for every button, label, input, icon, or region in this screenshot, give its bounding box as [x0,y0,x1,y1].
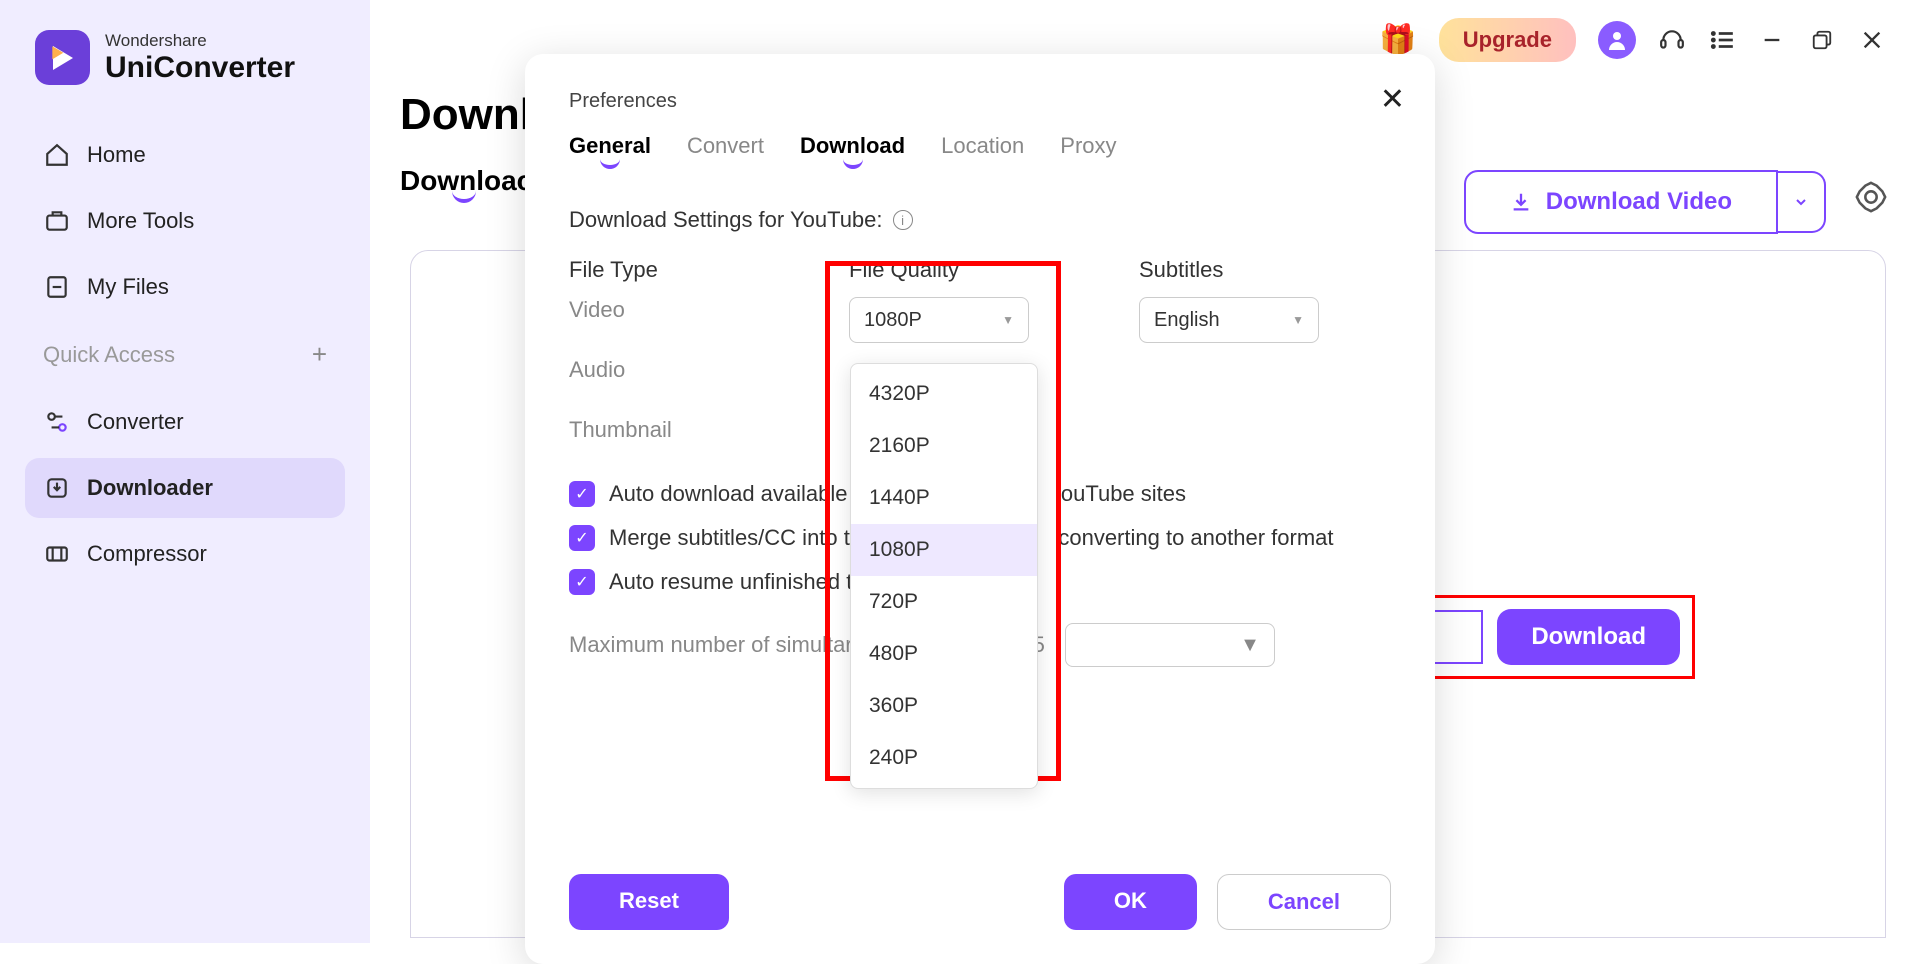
support-icon[interactable] [1658,26,1686,54]
caret-down-icon: ▼ [1240,634,1260,657]
quality-select[interactable]: 1080P ▼ [849,297,1029,343]
checkbox-icon: ✓ [569,569,595,595]
gift-icon[interactable]: 🎁 [1379,23,1416,58]
downloader-icon [43,474,71,502]
check-label: Auto download available su [609,481,877,507]
compressor-icon [43,540,71,568]
tools-icon [43,207,71,235]
modal-close-button[interactable]: ✕ [1380,82,1405,117]
tab-location[interactable]: Location [941,133,1024,167]
preferences-tabs: General Convert Download Location Proxy [569,133,1391,167]
gear-icon [1854,180,1888,214]
home-icon [43,141,71,169]
download-video-label: Download Video [1546,188,1732,216]
row-video: Video [569,297,849,323]
check-label: Merge subtitles/CC into the [609,525,874,551]
main-area: Downl Downloac [400,90,532,197]
sidebar-item-converter[interactable]: Converter [25,392,345,452]
brand-name: Wondershare [105,31,295,51]
col-file-quality: File Quality [849,257,1139,283]
sidebar-item-label: Home [87,142,146,168]
check-label-tail: ouTube sites [1061,481,1186,507]
tab-proxy[interactable]: Proxy [1060,133,1116,167]
info-icon[interactable]: i [893,210,913,230]
section-label: Download Settings for YouTube: [569,207,883,233]
checkbox-icon: ✓ [569,481,595,507]
settings-button[interactable] [1854,180,1888,219]
quality-option[interactable]: 480P [851,628,1037,680]
minimize-icon[interactable] [1758,26,1786,54]
tab-download[interactable]: Download [800,133,905,167]
check-label-tail: converting to another format [1058,525,1333,551]
topbar: 🎁 Upgrade [1379,18,1886,62]
upgrade-button[interactable]: Upgrade [1439,18,1576,62]
sidebar-item-label: Converter [87,409,184,435]
quality-option[interactable]: 2160P [851,420,1037,472]
sidebar-item-downloader[interactable]: Downloader [25,458,345,518]
close-icon[interactable] [1858,26,1886,54]
row-audio: Audio [569,357,849,383]
download-video-dropdown[interactable] [1778,171,1826,233]
quality-dropdown: 4320P 2160P 1440P 1080P 720P 480P 360P 2… [850,363,1038,789]
quick-access-header: Quick Access + [25,325,345,384]
download-video-group: Download Video [1464,170,1826,234]
sidebar-item-label: Compressor [87,541,207,567]
checkbox-icon: ✓ [569,525,595,551]
caret-down-icon: ▼ [1002,313,1014,327]
quality-option[interactable]: 360P [851,680,1037,732]
quality-option[interactable]: 1440P [851,472,1037,524]
caret-down-icon: ▼ [1292,313,1304,327]
sidebar-item-more-tools[interactable]: More Tools [25,191,345,251]
tab-general[interactable]: General [569,133,651,167]
download-icon [1510,191,1532,213]
chevron-down-icon [1793,194,1809,210]
app-logo: Wondershare UniConverter [25,30,345,85]
sidebar-item-label: Downloader [87,475,213,501]
sidebar: Wondershare UniConverter Home More Tools… [0,0,370,943]
subtitles-select[interactable]: English ▼ [1139,297,1319,343]
quick-access-label: Quick Access [43,342,175,368]
col-file-type: File Type [569,257,849,283]
sidebar-item-compressor[interactable]: Compressor [25,524,345,584]
col-subtitles: Subtitles [1139,257,1429,283]
files-icon [43,273,71,301]
modal-title: Preferences [569,90,1391,113]
tab-convert[interactable]: Convert [687,133,764,167]
sidebar-item-my-files[interactable]: My Files [25,257,345,317]
download-button[interactable]: Download [1497,609,1680,665]
reset-button[interactable]: Reset [569,874,729,930]
sidebar-item-home[interactable]: Home [25,125,345,185]
max-label: Maximum number of simultar [569,632,853,658]
logo-icon [35,30,90,85]
restore-icon[interactable] [1808,26,1836,54]
menu-icon[interactable] [1708,26,1736,54]
subtitles-value: English [1154,309,1220,332]
product-name: UniConverter [105,51,295,85]
add-quick-access-button[interactable]: + [312,339,327,370]
converter-icon [43,408,71,436]
sidebar-item-label: More Tools [87,208,194,234]
quality-value: 1080P [864,309,922,332]
download-video-button[interactable]: Download Video [1464,170,1778,234]
sidebar-item-label: My Files [87,274,169,300]
quality-option[interactable]: 1080P [851,524,1037,576]
check-label: Auto resume unfinished ta [609,569,865,595]
ok-button[interactable]: OK [1064,874,1197,930]
row-thumbnail: Thumbnail [569,417,849,443]
cancel-button[interactable]: Cancel [1217,874,1391,930]
quality-option[interactable]: 240P [851,732,1037,784]
quality-option[interactable]: 4320P [851,368,1037,420]
tab-downloading[interactable]: Downloac [400,165,532,197]
avatar[interactable] [1598,21,1636,59]
quality-option[interactable]: 720P [851,576,1037,628]
page-title: Downl [400,90,532,140]
max-select[interactable]: ▼ [1065,623,1275,667]
section-heading: Download Settings for YouTube: i [569,207,1391,233]
